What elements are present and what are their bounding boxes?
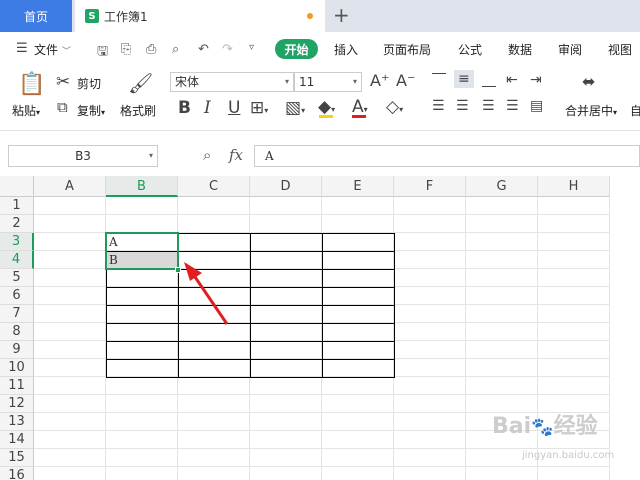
arrow-head xyxy=(184,262,202,281)
watermark-logo: Bai🐾经验 xyxy=(492,414,598,439)
watermark-url: jingyan.baidu.com xyxy=(522,450,615,461)
arrow-shaft xyxy=(191,273,229,325)
